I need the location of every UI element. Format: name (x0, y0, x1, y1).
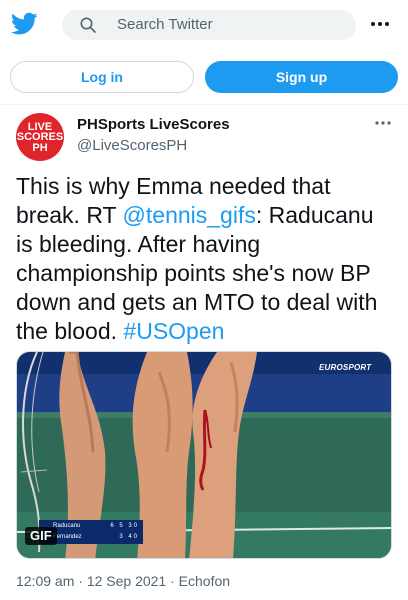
scoreboard-player: Fernandez (53, 534, 82, 540)
tweet-timestamp[interactable]: 12:09 am · 12 Sep 2021 · Echofon (16, 573, 230, 589)
signup-button[interactable]: Sign up (205, 61, 398, 93)
tweet-text: This is why Emma needed that break. RT @… (16, 172, 396, 346)
eurosport-watermark: EUROSPORT (319, 363, 372, 372)
twitter-bird-icon[interactable] (11, 12, 38, 36)
scoreboard-score: 6 5 30 (110, 523, 139, 529)
login-button[interactable]: Log in (10, 61, 194, 93)
avatar[interactable]: LIVE SCORES PH (16, 113, 64, 161)
avatar-text-line: PH (32, 142, 48, 154)
search-placeholder: Search Twitter (117, 16, 213, 33)
scoreboard-score: 3 40 (119, 534, 139, 540)
more-horizontal-icon[interactable] (370, 16, 390, 32)
top-bar: Search Twitter (0, 0, 408, 50)
hashtag-link[interactable]: #USOpen (123, 318, 224, 344)
search-icon (80, 17, 96, 33)
scoreboard-row: Fernandez 3 40 (43, 532, 141, 543)
tweet-media-gif[interactable]: EUROSPORT Raducanu 6 5 30 Fernandez 3 40… (16, 351, 392, 559)
display-name[interactable]: PHSports LiveScores (77, 116, 230, 133)
scoreboard-row: Raducanu 6 5 30 (43, 521, 141, 532)
gif-badge: GIF (25, 527, 57, 545)
mention-link[interactable]: @tennis_gifs (123, 202, 256, 228)
search-input[interactable]: Search Twitter (62, 10, 356, 40)
divider (0, 104, 408, 105)
scoreboard-player: Raducanu (53, 523, 81, 529)
user-handle[interactable]: @LiveScoresPH (77, 137, 187, 154)
more-horizontal-icon[interactable] (374, 118, 392, 128)
